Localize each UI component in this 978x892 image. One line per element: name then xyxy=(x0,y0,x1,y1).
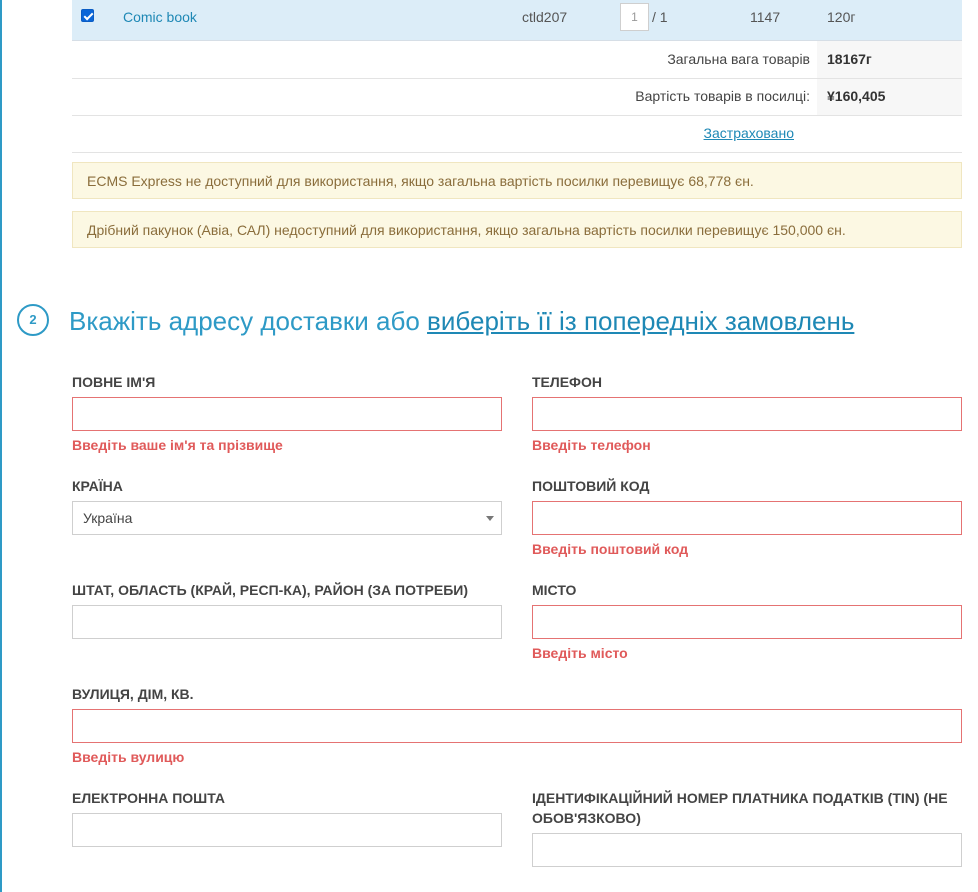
phone-input[interactable] xyxy=(532,397,962,431)
notice-ecms-express: ECMS Express не доступний для використан… xyxy=(72,162,962,199)
full-name-label: ПОВНЕ ІМ'Я xyxy=(72,374,156,390)
quantity-input[interactable]: 1 xyxy=(620,3,649,31)
row-select-checkbox[interactable] xyxy=(81,9,94,22)
goods-cost-row: Вартість товарів в посилці: ¥160,405 xyxy=(72,78,962,116)
tin-label: ІДЕНТИФІКАЦІЙНИЙ НОМЕР ПЛАТНИКА ПОДАТКІВ… xyxy=(532,790,948,826)
city-input[interactable] xyxy=(532,605,962,639)
goods-cost-label: Вартість товарів в посилці: xyxy=(635,88,810,104)
city-label: МІСТО xyxy=(532,582,577,598)
postal-code-input[interactable] xyxy=(532,501,962,535)
section-heading: Вкажіть адресу доставки або виберіть її … xyxy=(69,306,854,337)
state-input[interactable] xyxy=(72,605,502,639)
step-number-badge: 2 xyxy=(17,304,49,336)
postal-code-error: Введіть поштовий код xyxy=(532,541,689,557)
country-label: КРАЇНА xyxy=(72,478,123,494)
city-error: Введіть місто xyxy=(532,645,628,661)
product-code: ctld207 xyxy=(522,9,568,25)
full-name-input[interactable] xyxy=(72,397,502,431)
notice-small-packet: Дрібний пакунок (Авіа, САЛ) недоступний … xyxy=(72,211,962,248)
left-accent-rule xyxy=(0,0,2,892)
full-name-error: Введіть ваше ім'я та прізвище xyxy=(72,437,283,453)
goods-cost-value: ¥160,405 xyxy=(827,88,886,104)
total-weight-label: Загальна вага товарів xyxy=(667,51,810,67)
previous-orders-link[interactable]: виберіть її із попередніх замовлень xyxy=(427,306,854,336)
total-weight-value: 18167г xyxy=(827,51,872,67)
street-error: Введіть вулицю xyxy=(72,749,185,765)
insurance-row: Застраховано xyxy=(72,115,962,153)
chevron-down-icon xyxy=(486,516,494,521)
phone-label: ТЕЛЕФОН xyxy=(532,374,602,390)
tin-input[interactable] xyxy=(532,833,962,867)
street-label: ВУЛИЦЯ, ДІМ, КВ. xyxy=(72,686,194,702)
phone-error: Введіть телефон xyxy=(532,437,651,453)
country-selected-value: Україна xyxy=(83,510,133,526)
insured-link[interactable]: Застраховано xyxy=(704,125,794,141)
email-label: ЕЛЕКТРОННА ПОШТА xyxy=(72,790,226,806)
state-label: ШТАТ, ОБЛАСТЬ (КРАЙ, РЕСП-КА), РАЙОН (ЗА… xyxy=(72,582,468,598)
postal-code-label: ПОШТОВИЙ КОД xyxy=(532,478,650,494)
product-id-number: 1147 xyxy=(750,9,781,25)
product-link[interactable]: Comic book xyxy=(123,9,197,25)
country-select[interactable]: Україна xyxy=(72,501,502,535)
email-input[interactable] xyxy=(72,813,502,847)
section-heading-text: Вкажіть адресу доставки або xyxy=(69,306,428,336)
product-weight: 120г xyxy=(827,9,856,25)
total-weight-row: Загальна вага товарів 18167г xyxy=(72,41,962,79)
quantity-total: / 1 xyxy=(652,9,668,25)
street-input[interactable] xyxy=(72,709,962,743)
